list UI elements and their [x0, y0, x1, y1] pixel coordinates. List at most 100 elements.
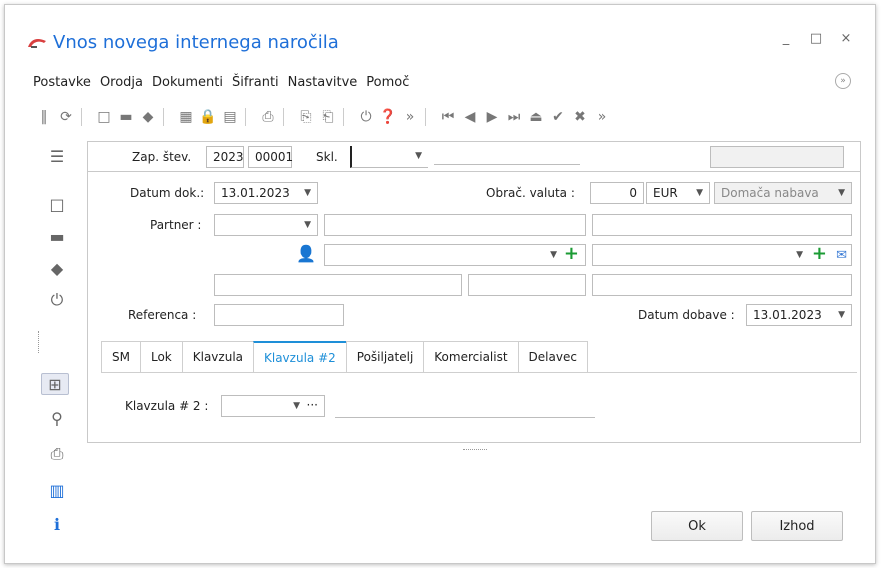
new-document-icon[interactable]: □ — [93, 106, 115, 128]
first-record-icon[interactable]: ⏮ — [437, 106, 459, 128]
tab-klavzula[interactable]: Klavzula — [181, 341, 253, 373]
power-icon[interactable]: ⏻ — [355, 106, 377, 128]
close-button[interactable]: × — [839, 31, 853, 46]
mail-add-icon[interactable]: ✉ — [836, 248, 847, 263]
more-actions-icon[interactable]: » — [591, 106, 613, 128]
year-field[interactable]: 2023 — [206, 146, 244, 168]
chevron-down-icon: ▼ — [696, 188, 703, 198]
menu-orodja[interactable]: Orodja — [100, 75, 143, 90]
datum-dok-value: 13.01.2023 — [221, 186, 290, 200]
toolbar-separator — [283, 108, 291, 126]
lock-icon[interactable]: 🔒 — [197, 106, 219, 128]
folder-icon[interactable]: ▬ — [115, 106, 137, 128]
collapse-ribbon-icon[interactable]: » — [835, 73, 851, 89]
window-controls: _ □ × — [779, 31, 853, 46]
partner-name-field[interactable] — [324, 214, 586, 236]
chevron-down-icon: ▼ — [293, 401, 300, 411]
ok-button[interactable]: Ok — [651, 511, 743, 541]
confirm-icon[interactable]: ✔ — [547, 106, 569, 128]
info-icon[interactable]: ℹ — [43, 513, 71, 535]
hamburger-menu-icon[interactable]: ☰ — [43, 145, 71, 167]
tab-sm[interactable]: SM — [101, 341, 140, 373]
print-icon[interactable]: ⎙ — [43, 443, 71, 465]
tab-klavzula-2[interactable]: Klavzula #2 — [253, 341, 346, 373]
last-record-icon[interactable]: ⏭ — [503, 106, 525, 128]
currency-dropdown[interactable]: EUR ▼ — [646, 182, 710, 204]
cancel-icon[interactable]: ✖ — [569, 106, 591, 128]
previous-record-icon[interactable]: ◀ — [459, 106, 481, 128]
menu-dokumenti[interactable]: Dokumenti — [152, 75, 223, 90]
partner-extra-field[interactable] — [592, 214, 852, 236]
sidebar-divider — [38, 331, 39, 353]
nabava-dropdown[interactable]: Domača nabava ▼ — [714, 182, 852, 204]
city-field[interactable] — [592, 274, 852, 296]
toolbar-separator — [343, 108, 351, 126]
klavzula2-dropdown[interactable]: ▼ ··· — [221, 395, 325, 417]
skl-dropdown[interactable]: ▼ — [350, 146, 428, 168]
grip-icon: ‖ — [40, 109, 48, 125]
splitter-handle[interactable] — [463, 449, 487, 450]
user-icon[interactable]: 👤 — [296, 244, 316, 263]
datum-dobave-field[interactable]: 13.01.2023 ▼ — [746, 304, 852, 326]
add-line-icon[interactable]: ⊞ — [41, 373, 69, 395]
nabava-value: Domača nabava — [721, 186, 819, 200]
menu-sifranti[interactable]: Šifranti — [232, 75, 279, 90]
minimize-button[interactable]: _ — [779, 31, 793, 46]
chevron-down-icon: ▼ — [415, 151, 422, 161]
columns-icon[interactable]: ▥ — [43, 479, 71, 501]
eject-icon[interactable]: ⏏ — [525, 106, 547, 128]
obrac-valuta-label: Obrač. valuta : — [486, 186, 575, 200]
folder-icon[interactable]: ▬ — [43, 225, 71, 247]
toolbar-separator — [425, 108, 433, 126]
refresh-icon[interactable]: ⟳ — [55, 106, 77, 128]
datum-dok-label: Datum dok.: — [130, 186, 205, 200]
tab-delavec[interactable]: Delavec — [517, 341, 588, 373]
chevron-down-icon: ▼ — [838, 310, 845, 320]
ellipsis-icon[interactable]: ··· — [307, 398, 318, 412]
add-contact-icon[interactable]: + — [564, 243, 579, 264]
calculator-icon[interactable]: ▦ — [175, 106, 197, 128]
window-title: Vnos novega internega naročila — [53, 31, 339, 53]
partner-label: Partner : — [150, 218, 202, 232]
eraser-icon[interactable]: ◆ — [137, 106, 159, 128]
izhod-button[interactable]: Izhod — [751, 511, 843, 541]
postal-field[interactable] — [468, 274, 586, 296]
datum-dok-field[interactable]: 13.01.2023 ▼ — [214, 182, 318, 204]
menu-postavke[interactable]: Postavke — [33, 75, 91, 90]
menu-bar: Postavke Orodja Dokumenti Šifranti Nasta… — [33, 75, 418, 90]
amount-field[interactable]: 0 — [590, 182, 644, 204]
address-line-field[interactable] — [214, 274, 462, 296]
search-table-icon[interactable]: ⚲ — [43, 407, 71, 429]
title-bar: Vnos novega internega naročila — [27, 27, 339, 57]
copy-icon[interactable]: ⎘ — [295, 106, 317, 128]
contact-dropdown[interactable]: ▼ + — [324, 243, 586, 266]
help-icon[interactable]: ❓ — [377, 106, 399, 128]
new-document-icon[interactable]: □ — [43, 193, 71, 215]
menu-nastavitve[interactable]: Nastavitve — [288, 75, 358, 90]
toolbar-separator — [163, 108, 171, 126]
partner-dropdown[interactable]: ▼ — [214, 214, 318, 236]
address-dropdown[interactable]: ▼ + ✉ — [592, 243, 852, 266]
menu-pomoc[interactable]: Pomoč — [366, 75, 409, 90]
chevron-down-icon: ▼ — [304, 220, 311, 230]
eraser-icon[interactable]: ◆ — [43, 257, 71, 279]
chevron-down-icon: ▼ — [838, 188, 845, 198]
number-field[interactable]: 00001 — [248, 146, 293, 168]
add-address-icon[interactable]: + — [812, 243, 827, 264]
tab-lok[interactable]: Lok — [139, 341, 182, 373]
power-icon[interactable]: ⏻ — [43, 289, 71, 311]
tab-komercialist[interactable]: Komercialist — [423, 341, 518, 373]
referenca-field[interactable] — [214, 304, 344, 326]
zap-stev-label: Zap. štev. — [132, 150, 192, 164]
more-icon[interactable]: » — [399, 106, 421, 128]
skl-description — [434, 164, 580, 165]
next-record-icon[interactable]: ▶ — [481, 106, 503, 128]
skl-label: Skl. — [316, 150, 338, 164]
print-icon[interactable]: ⎙ — [257, 106, 279, 128]
maximize-button[interactable]: □ — [809, 31, 823, 46]
tab-posiljatelj[interactable]: Pošiljatelj — [345, 341, 424, 373]
grid-icon[interactable]: ▤ — [219, 106, 241, 128]
paste-icon[interactable]: ⎗ — [317, 106, 339, 128]
app-icon — [27, 35, 47, 49]
chevron-down-icon: ▼ — [304, 188, 311, 198]
